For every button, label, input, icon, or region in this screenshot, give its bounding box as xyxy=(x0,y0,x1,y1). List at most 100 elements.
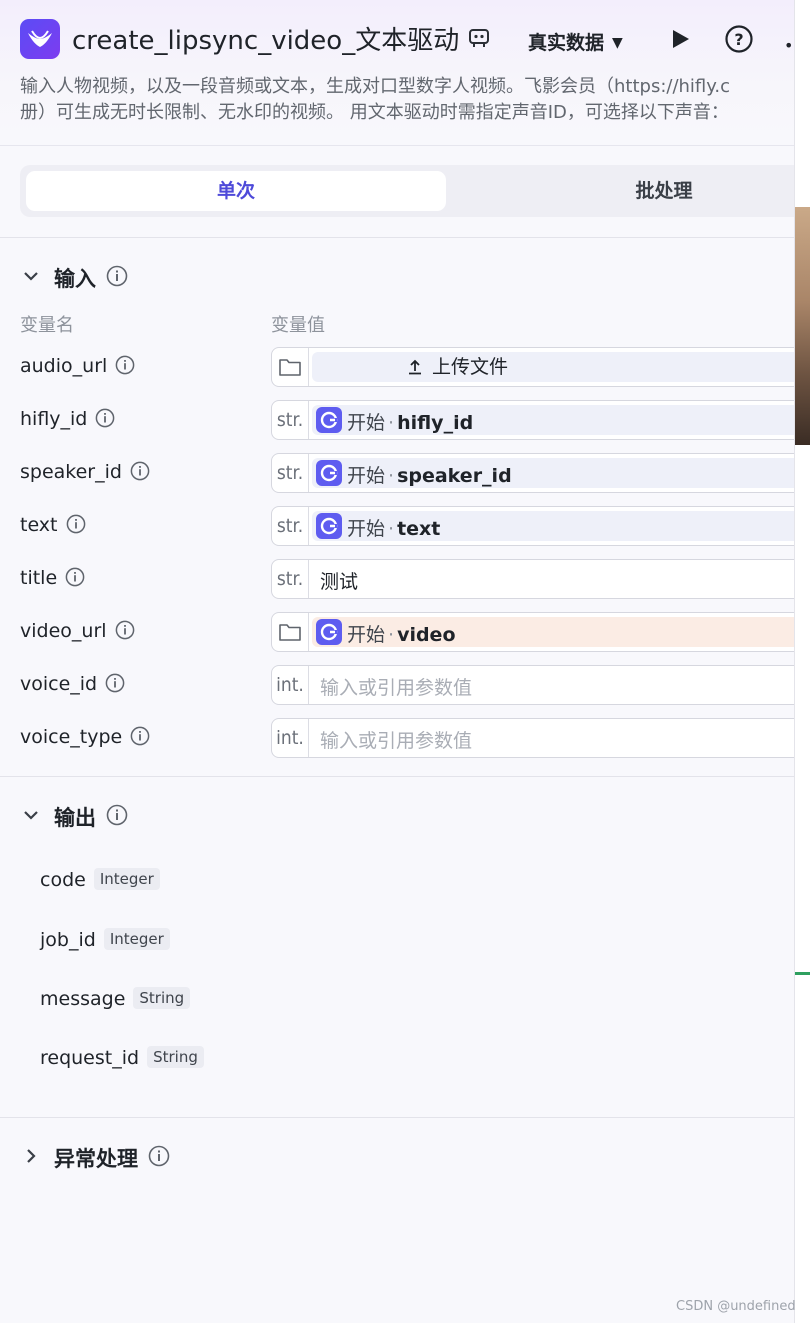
folder-icon xyxy=(279,359,301,376)
divider xyxy=(0,237,794,238)
chevron-down-icon: ▼ xyxy=(612,35,623,51)
variable-name-label: voice_id xyxy=(20,673,98,695)
upload-file-label: 上传文件 xyxy=(431,356,508,378)
reference-separator: · xyxy=(388,518,395,540)
variable-name-label: voice_type xyxy=(20,726,123,748)
variable-name: audio_url xyxy=(20,355,135,380)
more-icon[interactable]: • xyxy=(784,36,793,55)
chevron-down-icon xyxy=(22,805,44,829)
output-item: request_id String xyxy=(40,1046,204,1069)
audio-url-field[interactable]: 上传文件 xyxy=(271,347,794,387)
start-node-icon xyxy=(316,460,342,486)
speaker-id-field[interactable]: str. 开始 · speaker_id xyxy=(271,453,794,493)
data-mode-select[interactable]: 真实数据 ▼ xyxy=(528,28,623,55)
reference-separator: · xyxy=(388,412,395,434)
variable-name: voice_type xyxy=(20,726,150,751)
divider xyxy=(0,776,794,777)
variable-name: voice_id xyxy=(20,673,125,698)
title-field[interactable]: str. 测试 xyxy=(271,559,794,599)
type-prefix: str. xyxy=(272,560,309,598)
start-node-icon xyxy=(316,619,342,645)
info-icon[interactable] xyxy=(130,726,150,751)
divider xyxy=(795,972,810,975)
variable-reference-chip[interactable]: 开始 · hifly_id xyxy=(312,405,794,435)
variable-reference-chip[interactable]: 开始 · video xyxy=(312,617,794,647)
title-value: 测试 xyxy=(320,571,359,593)
type-prefix: int. xyxy=(272,719,309,757)
column-header-name: 变量名 xyxy=(20,315,74,336)
plugin-info-icon[interactable] xyxy=(468,27,490,49)
info-icon[interactable] xyxy=(65,567,85,592)
reference-separator: · xyxy=(388,465,395,487)
variable-name: text xyxy=(20,514,86,539)
hifly-id-field[interactable]: str. 开始 · hifly_id xyxy=(271,400,794,440)
variable-reference-chip[interactable]: 开始 · text xyxy=(312,511,794,541)
exception-section-toggle[interactable]: 异常处理 xyxy=(22,1143,170,1173)
info-icon[interactable] xyxy=(115,355,135,380)
info-icon[interactable] xyxy=(130,461,150,486)
info-icon[interactable] xyxy=(66,514,86,539)
adjacent-panel-edge xyxy=(794,0,810,1323)
help-icon[interactable]: ? xyxy=(724,24,754,54)
plugin-logo-icon xyxy=(20,19,60,59)
voice-id-field[interactable]: int. 输入或引用参数值 xyxy=(271,665,794,705)
data-mode-label: 真实数据 xyxy=(528,32,605,54)
input-row-video-url: video_url 开始 · video xyxy=(0,612,794,652)
info-icon[interactable] xyxy=(95,408,115,433)
upload-icon xyxy=(406,355,424,385)
folder-icon xyxy=(279,624,301,641)
reference-variable: speaker_id xyxy=(397,465,512,487)
output-type-badge: String xyxy=(147,1046,204,1068)
plugin-description: 输入人物视频，以及一段音频或文本，生成对口型数字人视频。飞影会员（https:/… xyxy=(20,74,794,126)
workflow-test-panel: create_lipsync_video_文本驱动 真实数据 ▼ ? • 输入人物… xyxy=(0,0,794,1323)
voice-type-placeholder: 输入或引用参数值 xyxy=(320,730,473,752)
output-section-title: 输出 xyxy=(54,806,96,830)
variable-name-label: speaker_id xyxy=(20,461,122,483)
info-icon[interactable] xyxy=(106,265,128,292)
input-row-voice-id: voice_id int. 输入或引用参数值 xyxy=(0,665,794,705)
tab-single[interactable]: 单次 xyxy=(26,171,446,211)
start-node-icon xyxy=(316,513,342,539)
description-line: 册）可生成无时长限制、无水印的视频。 用文本驱动时需指定声音ID，可选择以下声音… xyxy=(20,102,729,123)
type-prefix: int. xyxy=(272,666,309,704)
reference-variable: text xyxy=(397,518,441,540)
type-prefix: str. xyxy=(272,401,309,439)
input-row-title: title str. 测试 xyxy=(0,559,794,599)
voice-type-field[interactable]: int. 输入或引用参数值 xyxy=(271,718,794,758)
text-field[interactable]: str. 开始 · text xyxy=(271,506,794,546)
input-section-toggle[interactable]: 输入 xyxy=(22,263,128,293)
reference-variable: hifly_id xyxy=(397,412,474,434)
run-icon[interactable] xyxy=(668,27,692,51)
variable-name-label: video_url xyxy=(20,620,107,642)
info-icon[interactable] xyxy=(106,804,128,831)
output-item: message String xyxy=(40,987,191,1010)
output-item: job_id Integer xyxy=(40,928,170,951)
output-name: message xyxy=(40,988,126,1010)
video-url-field[interactable]: 开始 · video xyxy=(271,612,794,652)
panel-header: create_lipsync_video_文本驱动 真实数据 ▼ ? • 输入人物… xyxy=(0,0,794,146)
info-icon[interactable] xyxy=(105,673,125,698)
variable-name-label: hifly_id xyxy=(20,408,88,430)
input-row-text: text str. 开始 · text xyxy=(0,506,794,546)
variable-name: title xyxy=(20,567,85,592)
file-type-prefix xyxy=(272,348,309,386)
info-icon[interactable] xyxy=(148,1145,170,1172)
output-type-badge: String xyxy=(133,987,191,1009)
variable-name: hifly_id xyxy=(20,408,115,433)
watermark: CSDN @undefined xyxy=(676,1299,796,1314)
upload-file-button[interactable]: 上传文件 xyxy=(312,352,794,382)
column-header-value: 变量值 xyxy=(271,315,325,336)
input-section-title: 输入 xyxy=(54,267,96,291)
info-icon[interactable] xyxy=(115,620,135,645)
tab-batch[interactable]: 批处理 xyxy=(450,171,794,211)
variable-name: video_url xyxy=(20,620,135,645)
output-section-toggle[interactable]: 输出 xyxy=(22,802,128,832)
description-line: 输入人物视频，以及一段音频或文本，生成对口型数字人视频。飞影会员（https:/… xyxy=(20,76,730,97)
svg-text:?: ? xyxy=(734,30,743,49)
variable-name-label: audio_url xyxy=(20,355,108,377)
variable-reference-chip[interactable]: 开始 · speaker_id xyxy=(312,458,794,488)
exception-section-title: 异常处理 xyxy=(54,1147,138,1171)
reference-node: 开始 xyxy=(347,412,386,434)
variable-name: speaker_id xyxy=(20,461,150,486)
output-name: request_id xyxy=(40,1047,140,1069)
